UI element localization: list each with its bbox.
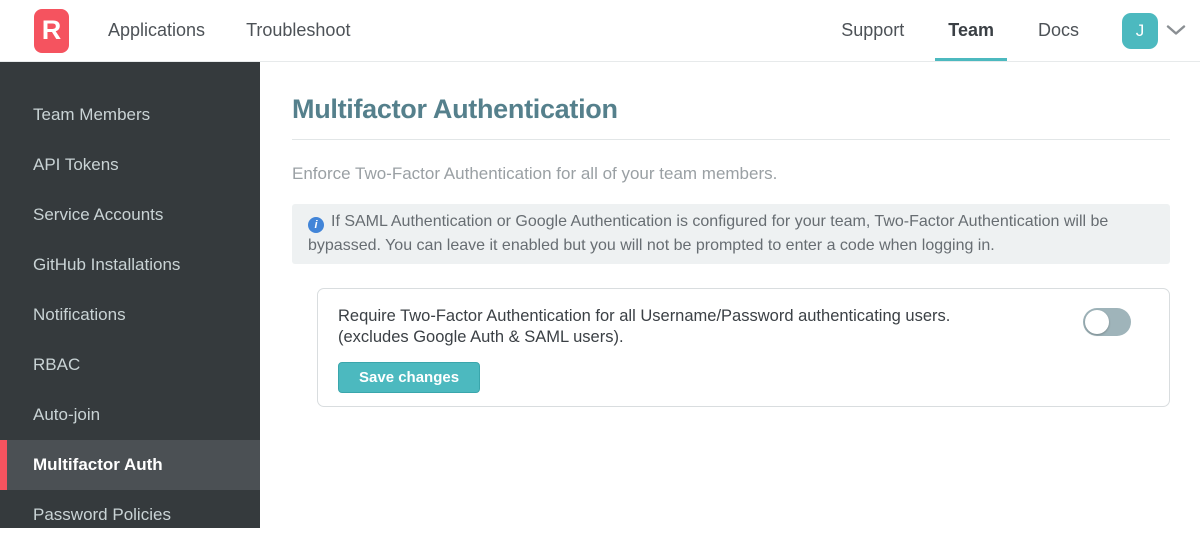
secondary-nav: Support Team Docs: [828, 0, 1092, 61]
rollbar-logo[interactable]: R: [34, 8, 69, 53]
sidebar-item-label: GitHub Installations: [33, 255, 181, 274]
nav-item-support[interactable]: Support: [828, 0, 917, 61]
primary-nav: Applications Troubleshoot: [95, 0, 363, 61]
sidebar-item-password-policies[interactable]: Password Policies: [0, 490, 260, 540]
two-factor-toggle[interactable]: [1083, 308, 1131, 336]
main-content: Multifactor Authentication Enforce Two-F…: [260, 62, 1200, 528]
setting-row: Require Two-Factor Authentication for al…: [338, 306, 1149, 348]
info-icon: i: [308, 217, 324, 233]
sidebar-item-label: Service Accounts: [33, 205, 164, 224]
sidebar-item-github-installations[interactable]: GitHub Installations: [0, 240, 260, 290]
sidebar-item-label: Notifications: [33, 305, 126, 324]
sidebar-item-team-members[interactable]: Team Members: [0, 90, 260, 140]
sidebar-item-label: Password Policies: [33, 505, 171, 524]
sidebar-item-rbac[interactable]: RBAC: [0, 340, 260, 390]
nav-item-docs[interactable]: Docs: [1025, 0, 1092, 61]
chevron-down-icon[interactable]: [1166, 25, 1186, 36]
page-title: Multifactor Authentication: [292, 94, 618, 124]
title-divider: [292, 139, 1170, 140]
top-nav: R Applications Troubleshoot Support Team…: [0, 0, 1200, 62]
logo-letter: R: [41, 15, 62, 45]
save-changes-button[interactable]: Save changes: [338, 362, 481, 393]
nav-label: Docs: [1037, 20, 1079, 40]
setting-card: Require Two-Factor Authentication for al…: [317, 288, 1170, 407]
setting-label-line2: (excludes Google Auth & SAML users).: [338, 328, 624, 346]
toggle-knob: [1085, 310, 1109, 334]
page-body: Team Members API Tokens Service Accounts…: [0, 62, 1200, 528]
nav-item-team[interactable]: Team: [935, 0, 1007, 61]
sidebar-item-auto-join[interactable]: Auto-join: [0, 390, 260, 440]
settings-sidebar: Team Members API Tokens Service Accounts…: [0, 62, 260, 528]
setting-label-line1: Require Two-Factor Authentication for al…: [338, 307, 951, 325]
avatar-initial: J: [1135, 20, 1145, 40]
sidebar-item-notifications[interactable]: Notifications: [0, 290, 260, 340]
sidebar-item-label: Auto-join: [33, 405, 101, 424]
user-avatar[interactable]: J: [1122, 12, 1158, 49]
sidebar-item-api-tokens[interactable]: API Tokens: [0, 140, 260, 190]
sidebar-item-multifactor-auth[interactable]: Multifactor Auth: [0, 440, 260, 490]
setting-label: Require Two-Factor Authentication for al…: [338, 306, 950, 348]
sidebar-item-label: Multifactor Auth: [33, 455, 163, 474]
nav-item-applications[interactable]: Applications: [95, 0, 218, 61]
sidebar-item-label: API Tokens: [33, 155, 119, 174]
nav-label: Applications: [108, 20, 206, 40]
info-text: If SAML Authentication or Google Authent…: [308, 213, 1109, 254]
nav-item-troubleshoot[interactable]: Troubleshoot: [233, 0, 363, 61]
sidebar-item-service-accounts[interactable]: Service Accounts: [0, 190, 260, 240]
page-subtitle: Enforce Two-Factor Authentication for al…: [292, 164, 778, 183]
nav-label: Support: [841, 20, 905, 40]
info-banner: i If SAML Authentication or Google Authen…: [292, 204, 1170, 264]
nav-label: Team: [948, 20, 994, 40]
sidebar-item-label: RBAC: [33, 355, 81, 374]
nav-label: Troubleshoot: [246, 20, 351, 40]
sidebar-item-label: Team Members: [33, 105, 151, 124]
